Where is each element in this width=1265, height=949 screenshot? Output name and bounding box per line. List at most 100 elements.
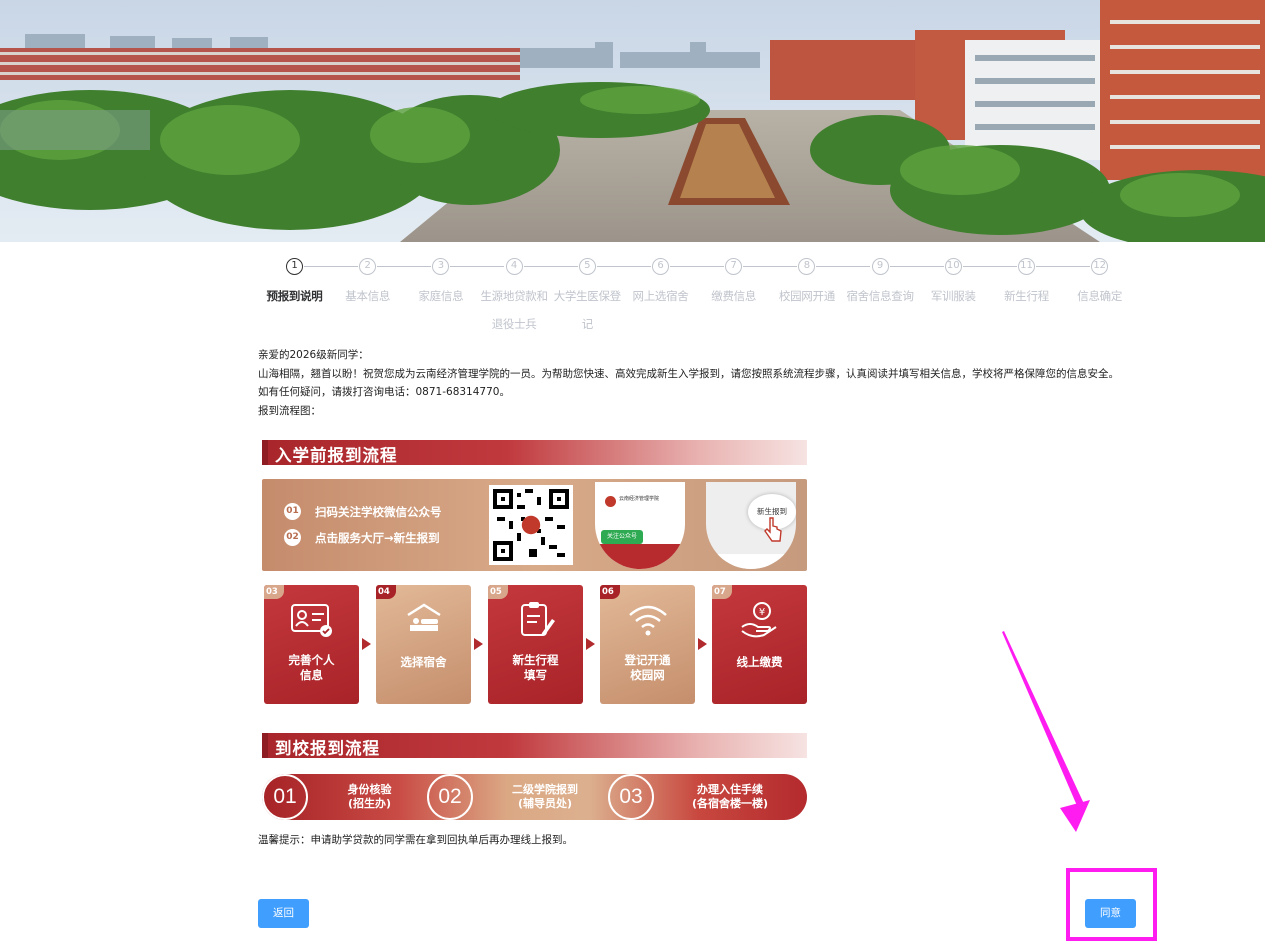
step-card-line2: 信息: [300, 668, 323, 682]
pre-enrollment-header: 入学前报到流程: [262, 440, 807, 465]
qr-code-icon: [489, 485, 573, 565]
step-number-icon: 3: [432, 258, 450, 275]
step-card-line1: 线上缴费: [736, 655, 783, 669]
step-label: 新生行程: [1004, 289, 1049, 303]
step-card-tag: 03: [264, 585, 284, 599]
step-number-icon: 7: [725, 258, 743, 275]
step-label: 信息确定: [1077, 289, 1123, 303]
qr-step-panel: 01 扫码关注学校微信公众号 02 点击服务大厅→新生报到 云南经济管理学院 关…: [262, 479, 807, 571]
highlight-box: [1066, 868, 1157, 941]
step-card-tag: 04: [376, 585, 396, 599]
step-connector: [304, 266, 358, 267]
step-connector: [377, 266, 432, 267]
back-button[interactable]: 返回: [258, 899, 309, 928]
step-label: 网上选宿舍: [632, 289, 689, 303]
qr-step-2-number: 02: [284, 529, 301, 546]
step-connector: [962, 266, 1017, 267]
step-4: 4 生源地贷款和退役士兵: [478, 256, 578, 338]
step-label: 缴费信息: [711, 289, 757, 303]
step-connector: [670, 266, 724, 267]
dorm-bed-icon: [407, 603, 441, 631]
step-card-tag: 06: [600, 585, 620, 599]
step-card-line2: 填写: [524, 668, 547, 682]
step-label: 校园网开通: [778, 289, 835, 303]
step-connector: [450, 266, 505, 267]
step-number-icon: 10: [944, 258, 962, 275]
step-connector: [523, 266, 578, 267]
qr-step-2-text: 点击服务大厅→新生报到: [315, 530, 440, 545]
step-number-icon: 8: [798, 258, 816, 275]
onsite-step-3: 办理入住手续 (各宿舍楼一楼): [680, 783, 780, 811]
step-3: 3 家庭信息: [404, 256, 505, 310]
wifi-icon: [629, 605, 667, 636]
follow-account-badge: 关注公众号: [601, 530, 643, 544]
onsite-step-line2: (辅导员处): [517, 797, 573, 810]
onsite-step-number: 02: [427, 774, 473, 820]
onsite-step-number: 01: [262, 774, 308, 820]
flow-arrow-icon: [474, 638, 483, 650]
onsite-step-number: 03: [608, 774, 654, 820]
phone-account-title: 云南经济管理学院: [619, 496, 660, 502]
step-number-icon: 5: [578, 258, 596, 275]
flow-arrow-icon: [698, 638, 707, 650]
step-connector: [596, 266, 651, 267]
onsite-step-1: 身份核验 (招生办): [332, 783, 407, 811]
onsite-title: 到校报到流程: [275, 739, 380, 758]
step-label: 家庭信息: [418, 289, 464, 303]
step-card-dorm: 04 选择宿舍: [376, 585, 471, 704]
qr-step-1: 01 扫码关注学校微信公众号: [284, 503, 442, 520]
step-number-icon: 2: [359, 258, 377, 275]
step-number-icon: 12: [1091, 258, 1109, 275]
step-1: 1 预报到说明: [258, 256, 358, 310]
flow-label: 报到流程图：: [258, 404, 321, 417]
step-number-icon: 1: [286, 258, 303, 275]
step-label: 预报到说明: [266, 289, 323, 303]
greeting: 亲爱的2026级新同学：: [258, 349, 369, 361]
step-label: 军训服装: [930, 289, 976, 303]
onsite-step-line1: 二级学院报到: [512, 783, 578, 796]
registration-steps: 1 预报到说明 2 基本信息 3 家庭信息 4 生源地贷款和退役士兵 5 大学生医保登记 6 网上选宿…: [258, 256, 1136, 336]
yen-hand-icon: ¥: [741, 602, 777, 638]
flow-arrow-icon: [362, 638, 371, 650]
step-card-line1: 登记开通: [624, 653, 671, 667]
step-card-line2: 校园网: [630, 668, 665, 682]
step-label: 宿舍信息查询: [846, 289, 914, 303]
welcome-message: 山海相隔，翘首以盼！祝贺您成为云南经济管理学院的一员。为帮助您快速、高效完成新生…: [258, 367, 1119, 380]
onsite-steps: 01 身份核验 (招生办) 02 二级学院报到 (辅导员处) 03 办理入住手续…: [262, 774, 807, 820]
onsite-header: 到校报到流程: [262, 733, 807, 758]
contact-info: 如有任何疑问，请拨打咨询电话：0871-68314770。: [258, 386, 510, 398]
qr-step-1-number: 01: [284, 503, 301, 520]
qr-step-2: 02 点击服务大厅→新生报到: [284, 529, 440, 546]
school-logo-icon: [605, 496, 616, 507]
step-card-tag: 07: [712, 585, 732, 599]
step-10: 10 军训服装: [917, 256, 1017, 310]
loan-tip: 温馨提示：申请助学贷款的同学需在拿到回执单后再办理线上报到。: [258, 834, 573, 846]
step-11: 11 新生行程: [990, 256, 1090, 310]
step-2: 2 基本信息: [331, 256, 432, 310]
onsite-step-2: 二级学院报到 (辅导员处): [500, 783, 590, 811]
step-card-line1: 完善个人: [288, 653, 335, 667]
step-label: 基本信息: [345, 289, 391, 303]
onsite-step-line2: (各宿舍楼一楼): [691, 797, 769, 810]
step-12: 12 信息确定: [1063, 256, 1136, 310]
step-label: 生源地贷款和退役士兵: [480, 289, 548, 331]
step-connector: [889, 266, 944, 267]
pre-enrollment-title: 入学前报到流程: [275, 446, 398, 465]
step-5: 5 大学生医保登记: [551, 256, 651, 338]
online-steps: 03 完善个人 信息 04 选择宿舍 05 新生行程 填写 06 登记开通 校园…: [262, 585, 807, 705]
step-number-icon: 6: [652, 258, 669, 275]
onsite-step-line2: (招生办): [347, 797, 392, 810]
step-7: 7 缴费信息: [697, 256, 798, 310]
registration-flowchart: 入学前报到流程 01 扫码关注学校微信公众号 02 点击服务大厅→新生报到 云南…: [262, 440, 807, 822]
step-card-personal-info: 03 完善个人 信息: [264, 585, 359, 704]
step-card-tag: 05: [488, 585, 508, 599]
clipboard-pen-icon: [521, 602, 555, 636]
step-number-icon: 11: [1018, 258, 1035, 275]
step-6: 6 网上选宿舍: [624, 256, 724, 310]
step-card-line1: 选择宿舍: [400, 655, 447, 669]
step-number-icon: 4: [505, 258, 523, 275]
id-card-icon: [291, 604, 332, 637]
onsite-step-line1: 身份核验: [347, 783, 392, 796]
onsite-step-line1: 办理入住手续: [697, 783, 763, 796]
step-connector: [816, 266, 871, 267]
